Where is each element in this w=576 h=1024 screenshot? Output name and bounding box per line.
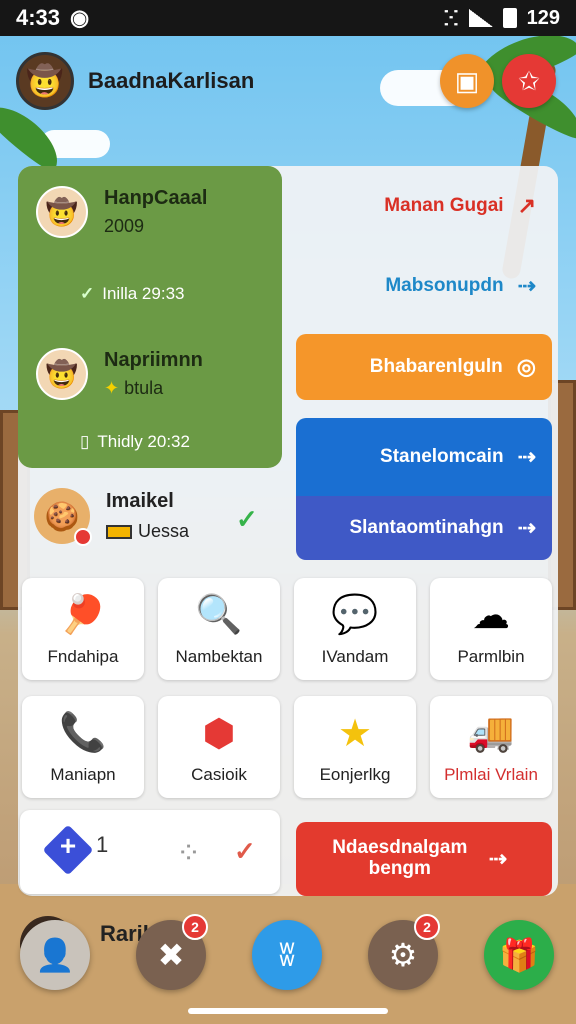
tile-label: Plmlai Vrlain	[444, 765, 538, 784]
contact-meta: ▯ Thidly 20:32	[80, 432, 190, 452]
contact-meta-text: Inilla 29:33	[102, 284, 185, 303]
tile-maniapn[interactable]: 📞 Maniapn	[22, 696, 144, 798]
friend-tag: Uessa	[106, 521, 189, 542]
contact-name: Napriimnn	[104, 349, 203, 371]
cellular-icon	[468, 9, 493, 27]
tile-plmlai-vrlain[interactable]: 🚚 Plmlai Vrlain	[430, 696, 552, 798]
nav-close-button[interactable]: ✖ 2	[136, 914, 208, 990]
nav-settings-button[interactable]: ⚙ 2	[368, 914, 440, 990]
friend-tag-text: Uessa	[138, 521, 190, 541]
tile-eonjerlkg[interactable]: ★ Eonjerlkg	[294, 696, 416, 798]
contact-sub: ✦ btula	[104, 378, 203, 399]
calendar-icon: ▯	[80, 432, 90, 451]
arrow-right-icon: ⇢	[488, 845, 508, 871]
cloud-outline-icon: ☁	[472, 594, 510, 637]
tile-label: Casioik	[191, 765, 247, 784]
check-icon[interactable]: ✓	[234, 836, 256, 867]
tile-parmlbin[interactable]: ☁ Parmlbin	[430, 578, 552, 680]
action-red-link[interactable]: Manan Gugai ↗	[296, 186, 552, 226]
contact-item[interactable]: 🤠 Napriimnn ✦ btula	[36, 348, 203, 400]
action-indigo-button[interactable]: Slantaomtinahgn ⇢	[296, 496, 552, 560]
tile-label: Fndahipa	[47, 647, 119, 666]
spark-icon: ✦	[104, 378, 125, 398]
gift-icon: 🎁	[499, 937, 539, 973]
nav-home-button[interactable]: ʬ	[252, 920, 322, 990]
check-arrow-icon: ↗	[517, 193, 536, 218]
action-blue-button[interactable]: Stanelomcain ⇢	[296, 418, 552, 496]
home-indicator[interactable]	[188, 1008, 388, 1014]
status-time: 4:33	[16, 5, 61, 30]
app-header: 🤠 BaadnaKarlisan ▣ ✩	[16, 50, 560, 112]
status-right: ⵘ 129	[444, 6, 560, 31]
action-label: Bhabarenlguln	[369, 356, 503, 377]
paddle-icon: 🏓	[59, 594, 107, 636]
cookie-avatar: 🍪	[34, 488, 92, 546]
add-button[interactable]: +	[54, 830, 82, 862]
notification-badge: 2	[414, 914, 440, 940]
action-label: Mabsonupdn	[385, 275, 504, 296]
tile-ivandam[interactable]: 💬 IVandam	[294, 578, 416, 680]
tile-casioik[interactable]: ⬢ Casioik	[158, 696, 280, 798]
status-right-text: 129	[526, 6, 560, 29]
check-icon: ✓	[80, 284, 95, 303]
notification-icon: ◉	[70, 5, 90, 30]
favorites-button[interactable]: ✩	[502, 54, 556, 108]
app-title: BaadnaKarlisan	[88, 68, 255, 93]
contact-sub-text: btula	[124, 378, 164, 398]
tile-label: IVandam	[321, 647, 389, 666]
battery-icon	[502, 8, 517, 28]
close-icon: ✖	[157, 937, 185, 973]
contact-meta: ✓ Inilla 29:33	[80, 284, 184, 304]
action-orange-button[interactable]: Bhabarenlguln ◎	[296, 334, 552, 400]
contact-item[interactable]: 🤠 HanpCaaal 2009	[36, 186, 207, 238]
status-dot	[74, 528, 92, 546]
count-value: 1	[96, 832, 109, 857]
action-red-button[interactable]: Ndaesdnalgam bengm ⇢	[296, 822, 552, 896]
timer-icon: ◎	[516, 354, 536, 379]
friend-item[interactable]: 🍪 Imaikel Uessa	[34, 488, 189, 546]
check-icon: ✓	[236, 504, 258, 534]
gear-icon: ⚙	[388, 937, 418, 973]
nav-gift-button[interactable]: 🎁	[484, 920, 554, 990]
tile-label: Maniapn	[50, 765, 116, 784]
arrow-right-icon: ⇢	[517, 444, 536, 469]
camera-button[interactable]: ▣	[440, 54, 494, 108]
star-icon: ✩	[518, 65, 540, 96]
profile-avatar[interactable]: 🤠	[16, 52, 74, 110]
camera-icon: ▣	[454, 65, 480, 96]
tile-label: Parmlbin	[457, 647, 525, 666]
action-label: Ndaesdnalgam bengm	[332, 837, 468, 879]
person-icon: 👤	[35, 937, 75, 973]
truck-icon: 🚚	[467, 712, 515, 754]
tile-fndahipa[interactable]: 🏓 Fndahipa	[22, 578, 144, 680]
tile-label: Eonjerlkg	[319, 765, 391, 784]
contact-meta-text: Thidly 20:32	[97, 432, 190, 451]
magnifier-icon: 🔍	[195, 594, 243, 636]
arrow-right-icon: ⇢	[517, 515, 536, 540]
action-blue-link[interactable]: Mabsonupdn ⇢	[296, 266, 552, 306]
tile-label: Nambektan	[175, 647, 263, 666]
dollar-shield-icon: ⬢	[202, 712, 236, 755]
tag-icon	[106, 524, 132, 539]
star-icon: ★	[337, 712, 373, 755]
action-label: Slantaomtinahgn	[349, 517, 504, 538]
logo-icon: ʬ	[279, 936, 295, 973]
arrow-right-icon: ⇢	[517, 273, 536, 298]
notification-badge: 2	[182, 914, 208, 940]
nav-profile-button[interactable]: 👤	[20, 920, 90, 990]
speech-bubble-icon: 💬	[331, 594, 379, 636]
signal-strength-icon: ⵘ	[443, 7, 459, 30]
tile-nambektan[interactable]: 🔍 Nambektan	[158, 578, 280, 680]
bottom-card: + 1 ⁘ ✓	[20, 810, 280, 894]
contact-avatar: 🤠	[36, 348, 88, 400]
friend-name: Imaikel	[106, 490, 174, 512]
contact-name: HanpCaaal	[104, 187, 208, 209]
action-label: Stanelomcain	[380, 446, 504, 467]
loading-dots-icon: ⁘	[176, 837, 202, 870]
action-label: Manan Gugai	[384, 195, 504, 216]
contact-sub: 2009	[104, 216, 145, 236]
contact-avatar: 🤠	[36, 186, 88, 238]
status-bar: 4:33 ◉ ⵘ 129	[0, 0, 576, 36]
phone-icon: 📞	[59, 712, 107, 754]
